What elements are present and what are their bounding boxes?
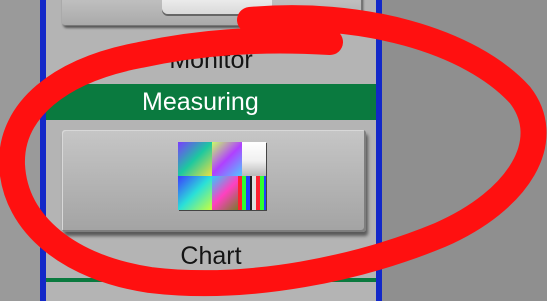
- section-divider: [46, 278, 376, 282]
- sidebar-panel: Monitor Measuring Chart: [40, 0, 382, 301]
- chart-button-label: Chart: [180, 242, 242, 270]
- chart-button[interactable]: [62, 130, 366, 232]
- screenshot-stage: Monitor Measuring Chart: [0, 0, 547, 301]
- monitor-button[interactable]: [62, 0, 362, 26]
- monitor-icon: [162, 0, 272, 14]
- monitor-button-label: Monitor: [169, 46, 253, 74]
- color-chart-icon: [178, 142, 266, 210]
- window-background: [0, 0, 40, 301]
- section-header-measuring: Measuring: [46, 84, 376, 120]
